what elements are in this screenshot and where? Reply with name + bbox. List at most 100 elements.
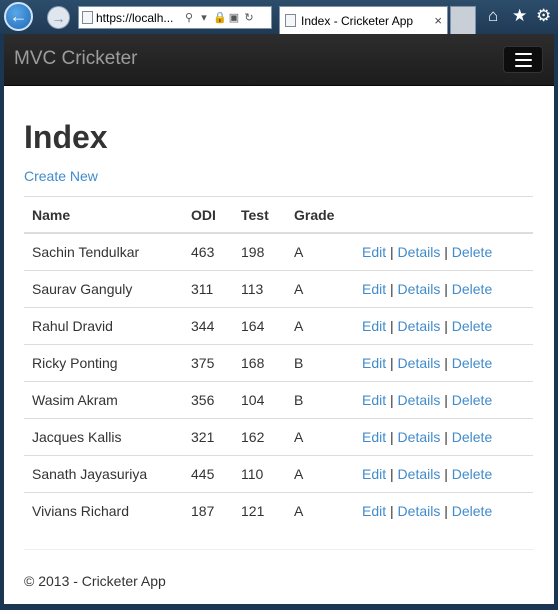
page-icon [82, 11, 93, 24]
details-link[interactable]: Details [398, 429, 441, 445]
table-row: Jacques Kallis 321 162 A Edit | Details | De… [24, 418, 533, 456]
action-separator: | [390, 355, 394, 371]
address-bar[interactable]: https://localh... ⚲ ▾ 🔒 ▣ ↻ [78, 6, 272, 29]
cell-odi: 463 [183, 232, 233, 271]
new-tab-button[interactable] [450, 6, 476, 34]
cell-grade: A [286, 270, 354, 308]
edit-link[interactable]: Edit [362, 392, 386, 408]
menu-toggle-button[interactable] [503, 46, 543, 73]
delete-link[interactable]: Delete [452, 392, 492, 408]
close-icon[interactable]: × [434, 13, 442, 28]
dropdown-icon[interactable]: ▾ [198, 11, 210, 24]
action-separator: | [390, 392, 394, 408]
back-arrow-icon[interactable]: ← [4, 2, 33, 31]
cell-test: 121 [233, 492, 286, 529]
hamburger-icon [514, 52, 532, 55]
create-new-link[interactable]: Create New [24, 168, 98, 184]
details-link[interactable]: Details [398, 355, 441, 371]
table-row: Saurav Ganguly 311 113 A Edit | Details | De… [24, 270, 533, 308]
column-header-grade: Grade [286, 196, 354, 234]
delete-link[interactable]: Delete [452, 503, 492, 519]
browser-chrome: ← → https://localh... ⚲ ▾ 🔒 ▣ ↻ Index - … [0, 0, 558, 34]
refresh-icon[interactable]: ↻ [243, 11, 255, 24]
cell-test: 104 [233, 381, 286, 419]
cell-name: Wasim Akram [24, 381, 183, 419]
action-separator: | [390, 318, 394, 334]
cell-odi: 321 [183, 418, 233, 456]
edit-link[interactable]: Edit [362, 244, 386, 260]
cell-actions: Edit | Details | Delete [354, 492, 533, 529]
cell-odi: 187 [183, 492, 233, 529]
footer-divider [24, 549, 534, 550]
cricketer-table: Name ODI Test Grade Sachin Tendulkar 463 1… [24, 196, 533, 529]
cell-actions: Edit | Details | Delete [354, 270, 533, 308]
lock-icon[interactable]: 🔒 [213, 11, 227, 24]
column-header-test: Test [233, 196, 286, 234]
edit-link[interactable]: Edit [362, 318, 386, 334]
cell-test: 168 [233, 344, 286, 382]
table-row: Wasim Akram 356 104 B Edit | Details | Delet… [24, 381, 533, 419]
search-icon[interactable]: ⚲ [183, 11, 195, 24]
action-separator: | [444, 281, 448, 297]
cell-actions: Edit | Details | Delete [354, 418, 533, 456]
delete-link[interactable]: Delete [452, 244, 492, 260]
page-viewport: MVC Cricketer Index Create New Name ODI … [4, 34, 554, 604]
action-separator: | [444, 318, 448, 334]
cell-odi: 356 [183, 381, 233, 419]
action-separator: | [444, 466, 448, 482]
cell-actions: Edit | Details | Delete [354, 344, 533, 382]
table-row: Sanath Jayasuriya 445 110 A Edit | Details |… [24, 455, 533, 493]
details-link[interactable]: Details [398, 503, 441, 519]
delete-link[interactable]: Delete [452, 318, 492, 334]
cell-name: Sachin Tendulkar [24, 232, 183, 271]
column-header-name: Name [24, 196, 183, 234]
table-row: Vivians Richard 187 121 A Edit | Details | D… [24, 492, 533, 529]
table-header-row: Name ODI Test Grade [24, 196, 533, 234]
main-content: Index Create New Name ODI Test Grade Sac… [4, 86, 554, 589]
home-icon[interactable]: ⌂ [488, 6, 498, 26]
cell-name: Rahul Dravid [24, 307, 183, 345]
edit-link[interactable]: Edit [362, 355, 386, 371]
delete-link[interactable]: Delete [452, 466, 492, 482]
cell-test: 113 [233, 270, 286, 308]
details-link[interactable]: Details [398, 392, 441, 408]
details-link[interactable]: Details [398, 318, 441, 334]
delete-link[interactable]: Delete [452, 281, 492, 297]
browser-tab[interactable]: Index - Cricketer App × [279, 6, 448, 34]
brand-link[interactable]: MVC Cricketer [14, 48, 138, 70]
page-title: Index [24, 119, 108, 155]
cell-odi: 375 [183, 344, 233, 382]
cell-test: 110 [233, 455, 286, 493]
compat-icon[interactable]: ▣ [228, 11, 240, 24]
settings-gear-icon[interactable]: ⚙ [536, 6, 551, 26]
action-separator: | [444, 244, 448, 260]
edit-link[interactable]: Edit [362, 503, 386, 519]
cell-name: Saurav Ganguly [24, 270, 183, 308]
cell-name: Ricky Ponting [24, 344, 183, 382]
edit-link[interactable]: Edit [362, 281, 386, 297]
action-separator: | [390, 503, 394, 519]
cell-odi: 344 [183, 307, 233, 345]
edit-link[interactable]: Edit [362, 466, 386, 482]
column-header-actions [354, 196, 533, 234]
cell-grade: B [286, 344, 354, 382]
details-link[interactable]: Details [398, 281, 441, 297]
url-text[interactable]: https://localh... [96, 11, 180, 25]
edit-link[interactable]: Edit [362, 429, 386, 445]
details-link[interactable]: Details [398, 466, 441, 482]
action-separator: | [390, 244, 394, 260]
delete-link[interactable]: Delete [452, 355, 492, 371]
cell-actions: Edit | Details | Delete [354, 232, 533, 271]
action-separator: | [444, 392, 448, 408]
cell-actions: Edit | Details | Delete [354, 307, 533, 345]
details-link[interactable]: Details [398, 244, 441, 260]
cell-grade: A [286, 418, 354, 456]
delete-link[interactable]: Delete [452, 429, 492, 445]
favorites-star-icon[interactable]: ★ [512, 6, 527, 26]
action-separator: | [444, 429, 448, 445]
cell-odi: 311 [183, 270, 233, 308]
cell-name: Sanath Jayasuriya [24, 455, 183, 493]
forward-arrow-icon[interactable]: → [47, 6, 70, 29]
tab-title: Index - Cricketer App [301, 13, 414, 28]
cell-odi: 445 [183, 455, 233, 493]
